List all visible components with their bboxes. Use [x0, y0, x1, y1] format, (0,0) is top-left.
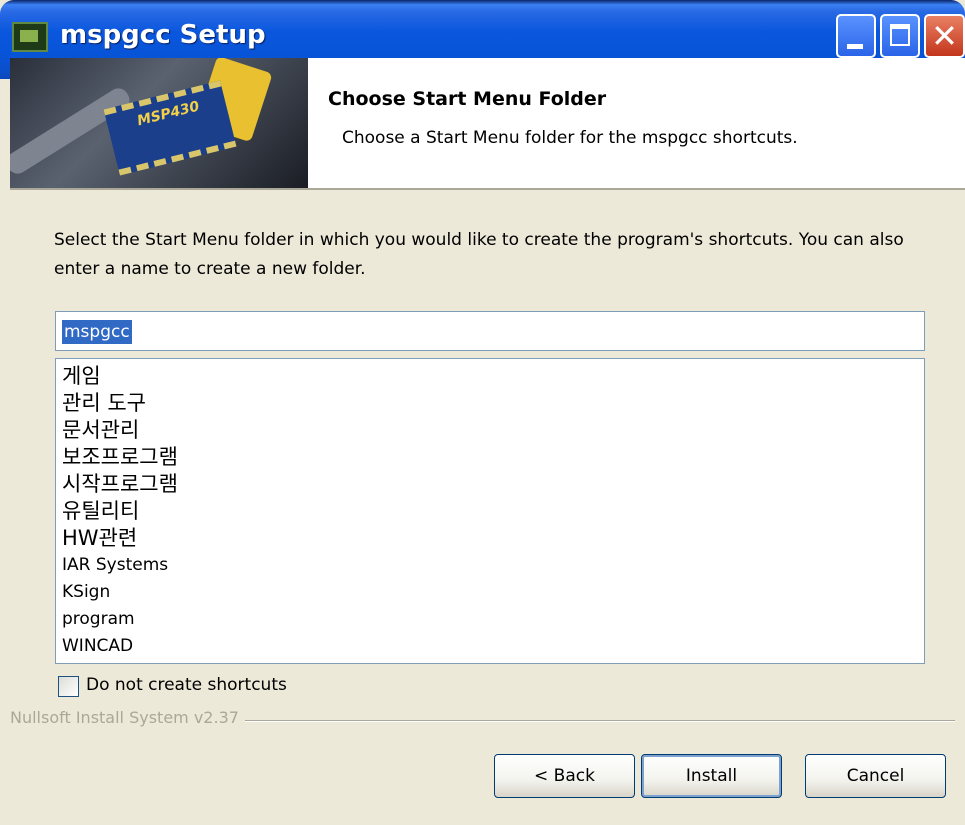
maximize-icon: [890, 24, 910, 46]
list-item[interactable]: 유틸리티: [62, 498, 924, 525]
minimize-button[interactable]: [836, 14, 876, 58]
list-item[interactable]: 관리 도구: [62, 390, 924, 417]
back-button[interactable]: < Back: [494, 754, 635, 798]
list-item[interactable]: WINCAD: [62, 633, 924, 660]
start-menu-folder-input[interactable]: mspgcc: [55, 311, 925, 351]
no-shortcuts-checkbox[interactable]: [58, 676, 79, 697]
page-subtitle: Choose a Start Menu folder for the mspgc…: [342, 128, 798, 148]
close-icon: ✕: [931, 17, 958, 55]
instructions-text: Select the Start Menu folder in which yo…: [54, 230, 904, 279]
maximize-button[interactable]: [880, 14, 920, 58]
list-item[interactable]: 시작프로그램: [62, 471, 924, 498]
window-title: mspgcc Setup: [60, 20, 266, 50]
installer-app-icon: [12, 22, 48, 52]
setup-window: mspgcc Setup ✕ MSP430 Choose Start Menu …: [0, 0, 965, 825]
wizard-header: MSP430 Choose Start Menu Folder Choose a…: [10, 58, 965, 190]
cancel-button[interactable]: Cancel: [805, 754, 946, 798]
header-banner-image: MSP430: [10, 58, 308, 188]
minimize-icon: [847, 44, 863, 49]
list-item[interactable]: IAR Systems: [62, 552, 924, 579]
start-menu-folder-list[interactable]: 게임 관리 도구 문서관리 보조프로그램 시작프로그램 유틸리티 HW관련 IA…: [55, 358, 925, 664]
close-button[interactable]: ✕: [924, 14, 965, 58]
list-item[interactable]: 게임: [62, 363, 924, 390]
chip-label: MSP430: [135, 98, 202, 130]
list-item[interactable]: KSign: [62, 579, 924, 606]
install-button[interactable]: Install: [641, 754, 782, 798]
list-item[interactable]: program: [62, 606, 924, 633]
nsis-branding-text: Nullsoft Install System v2.37: [10, 708, 245, 727]
list-item[interactable]: 보조프로그램: [62, 444, 924, 471]
page-title: Choose Start Menu Folder: [328, 88, 607, 110]
list-item[interactable]: 문서관리: [62, 417, 924, 444]
list-item[interactable]: HW관련: [62, 525, 924, 552]
folder-input-value: mspgcc: [62, 320, 132, 344]
no-shortcuts-label[interactable]: Do not create shortcuts: [86, 675, 287, 695]
